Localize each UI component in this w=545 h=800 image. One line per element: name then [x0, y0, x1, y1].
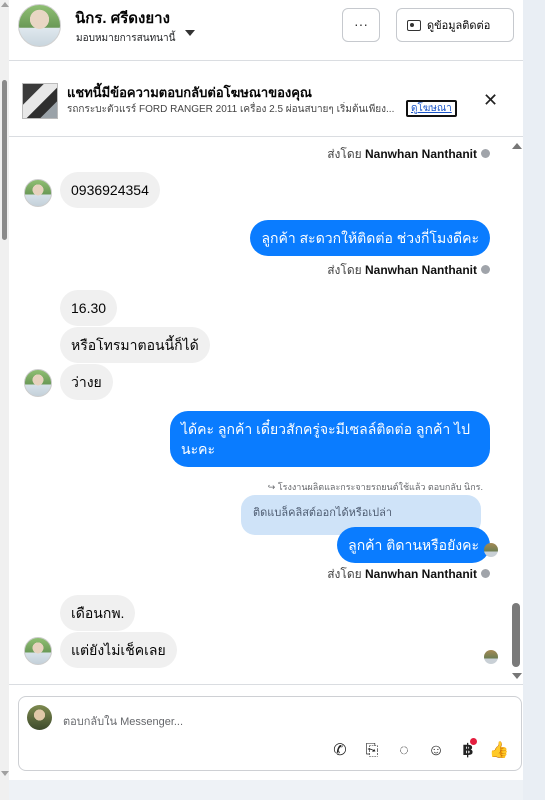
chat-bubble-icon[interactable]: ◌ [394, 741, 414, 761]
contact-avatar[interactable] [18, 4, 61, 47]
thumbs-up-icon[interactable]: 👍 [489, 741, 509, 761]
composer-divider [9, 684, 523, 685]
sent-by-label: ส่งโดย Nanwhan Nanthanit [327, 261, 490, 280]
call-add-icon[interactable]: ✆ [330, 741, 350, 761]
incoming-message[interactable]: หรือโทรมาตอนนี้ก็ได้ [60, 327, 210, 363]
page-gutter [523, 0, 545, 800]
ad-reply-banner: แชทนี้มีข้อความตอบกลับต่อโฆษณาของคุณ รถก… [9, 66, 523, 136]
page-scrollbar[interactable] [0, 0, 9, 800]
assign-conversation-label[interactable]: มอบหมายการสนทนานี้ [76, 31, 175, 46]
scroll-down-arrow-icon[interactable] [512, 673, 522, 679]
info-icon[interactable] [481, 149, 490, 159]
incoming-message[interactable]: เดือนกพ. [60, 595, 136, 631]
smiley-icon[interactable]: ☺ [426, 741, 446, 761]
paperclip-icon[interactable]: ⎘ [362, 741, 382, 761]
sent-by-label: ส่งโดย Nanwhan Nanthanit [327, 145, 490, 164]
page-avatar [27, 705, 52, 730]
read-receipt-avatar [484, 543, 498, 557]
outgoing-message[interactable]: ลูกค้า ติดานหรือยังคะ [337, 527, 490, 563]
info-icon[interactable] [481, 265, 490, 275]
read-receipt-avatar [484, 650, 498, 664]
scroll-up-arrow-icon[interactable] [1, 2, 9, 7]
incoming-message[interactable]: ว่างย [60, 364, 113, 400]
message-thread[interactable]: ส่งโดย Nanwhan Nanthanit 0936924354 ลูกค… [9, 137, 523, 683]
contact-name[interactable]: นิกร. ศรีดงยาง [75, 6, 170, 30]
close-icon[interactable]: ✕ [483, 90, 498, 111]
incoming-message[interactable]: 0936924354 [60, 172, 160, 208]
chat-panel: นิกร. ศรีดงยาง มอบหมายการสนทนานี้ ··· ดู… [9, 0, 523, 780]
chevron-down-icon[interactable] [185, 30, 195, 36]
contact-mini-avatar[interactable] [24, 637, 52, 665]
page-scroll-thumb[interactable] [2, 80, 7, 240]
view-contact-info-label: ดูข้อมูลติดต่อ [427, 20, 491, 32]
incoming-message[interactable]: แต่ยังไม่เช็คเลย [60, 632, 177, 668]
chat-header: นิกร. ศรีดงยาง มอบหมายการสนทนานี้ ··· ดู… [9, 0, 523, 52]
outgoing-message[interactable]: ลูกค้า สะดวกให้ติดต่อ ช่วงกี่โมงดีคะ [250, 220, 490, 256]
baht-icon[interactable]: ฿ [458, 738, 478, 761]
message-composer[interactable]: ตอบกลับใน Messenger... ✆ ⎘ ◌ ☺ ฿ 👍 [18, 696, 522, 771]
contact-card-icon [407, 19, 421, 31]
notification-dot [470, 738, 477, 745]
view-ad-link[interactable]: ดูโฆษณา [406, 100, 457, 117]
header-divider [9, 60, 523, 61]
ad-thumbnail[interactable] [22, 83, 58, 119]
reply-arrow-icon: ↪ [267, 482, 276, 492]
more-options-button[interactable]: ··· [342, 8, 380, 42]
info-icon[interactable] [481, 569, 490, 579]
outgoing-message[interactable]: ได้คะ ลูกค้า เดี๋ยวสักครู่จะมีเซลล์ติดต่… [170, 411, 490, 467]
scroll-down-arrow-icon[interactable] [1, 771, 9, 776]
message-scroll-thumb[interactable] [512, 603, 520, 667]
message-scrollbar[interactable] [509, 137, 523, 683]
reply-context-note: ↪ โรงงานผลิตและกระจายรถยนต์ใช้แล้ว ตอบกล… [267, 482, 483, 492]
contact-mini-avatar[interactable] [24, 179, 52, 207]
ad-banner-description: รถกระบะตัวแรร์ FORD RANGER 2011 เครื่อง … [67, 104, 395, 115]
incoming-message[interactable]: 16.30 [60, 290, 118, 326]
contact-mini-avatar[interactable] [24, 369, 52, 397]
reply-input[interactable]: ตอบกลับใน Messenger... [63, 712, 183, 730]
view-contact-info-button[interactable]: ดูข้อมูลติดต่อ [396, 8, 514, 42]
ad-banner-title: แชทนี้มีข้อความตอบกลับต่อโฆษณาของคุณ [67, 85, 312, 100]
scroll-up-arrow-icon[interactable] [512, 143, 522, 149]
sent-by-label: ส่งโดย Nanwhan Nanthanit [327, 565, 490, 584]
